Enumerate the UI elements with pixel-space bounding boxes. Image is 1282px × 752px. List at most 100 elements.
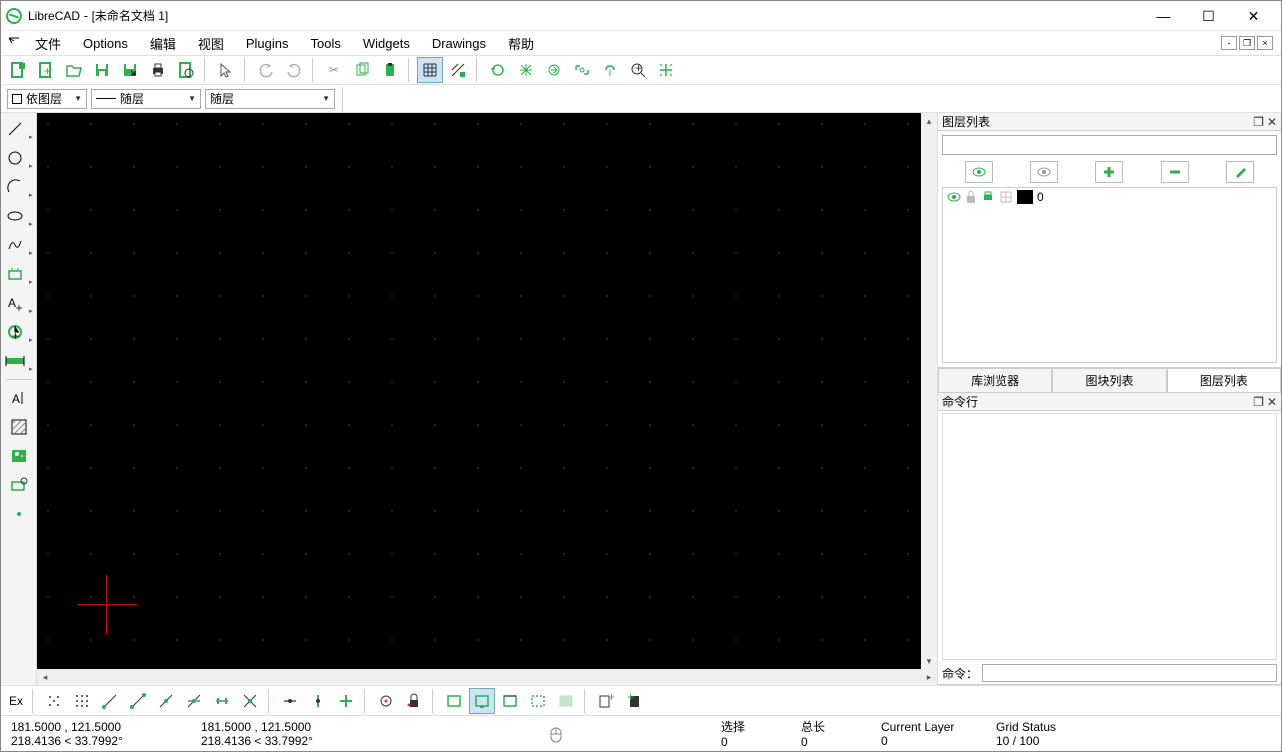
print-icon bbox=[981, 190, 995, 204]
lock-relative-zero-button[interactable] bbox=[401, 688, 427, 714]
cursor-button[interactable] bbox=[213, 57, 239, 83]
draft-mode-button[interactable] bbox=[445, 57, 471, 83]
zoom-auto-button[interactable] bbox=[513, 57, 539, 83]
save-button[interactable] bbox=[89, 57, 115, 83]
hatch-tool-button[interactable] bbox=[4, 413, 34, 441]
zoom-redraw-button[interactable] bbox=[485, 57, 511, 83]
text-tool-button[interactable]: A bbox=[4, 289, 34, 317]
undo-button[interactable] bbox=[253, 57, 279, 83]
snap-on-entity-button[interactable] bbox=[125, 688, 151, 714]
layer-edit-button[interactable] bbox=[1226, 161, 1254, 183]
select-window-button[interactable] bbox=[441, 688, 467, 714]
new-button[interactable] bbox=[5, 57, 31, 83]
origin-crosshair-h-icon bbox=[77, 604, 137, 605]
menu-file[interactable]: 文件 bbox=[25, 32, 71, 55]
exclusive-snap-button[interactable]: Ex bbox=[5, 688, 27, 714]
redo-button[interactable] bbox=[281, 57, 307, 83]
restrict-horizontal-button[interactable] bbox=[277, 688, 303, 714]
menu-tools[interactable]: Tools bbox=[301, 34, 351, 53]
mtext-tool-button[interactable]: A bbox=[4, 384, 34, 412]
menu-widgets[interactable]: Widgets bbox=[353, 34, 420, 53]
horizontal-scrollbar[interactable]: ◂▸ bbox=[37, 669, 937, 685]
layer-filter-input[interactable] bbox=[942, 135, 1277, 155]
command-input[interactable] bbox=[982, 664, 1277, 682]
linetype-combo[interactable]: 随层▼ bbox=[205, 89, 335, 109]
layer-add-button[interactable] bbox=[1095, 161, 1123, 183]
line-tool-button[interactable] bbox=[4, 115, 34, 143]
layer-list[interactable]: 0 bbox=[942, 187, 1277, 363]
window-close-button[interactable]: ✕ bbox=[1231, 2, 1276, 30]
abs-coord2-label: 181.5000 , 121.5000 bbox=[201, 720, 506, 734]
snap-center-button[interactable] bbox=[153, 688, 179, 714]
layer-showall-button[interactable] bbox=[965, 161, 993, 183]
vertical-scrollbar[interactable]: ▴▾ bbox=[921, 113, 937, 669]
layer-remove-button[interactable] bbox=[1161, 161, 1189, 183]
select-contour-button[interactable] bbox=[497, 688, 523, 714]
drawing-canvas[interactable] bbox=[37, 113, 921, 669]
svg-text:A: A bbox=[8, 296, 16, 310]
point-tool-button[interactable] bbox=[4, 500, 34, 528]
save-as-button[interactable] bbox=[117, 57, 143, 83]
add-view-button[interactable]: + bbox=[593, 688, 619, 714]
tab-library[interactable]: 库浏览器 bbox=[938, 368, 1052, 392]
mdi-minimize-button[interactable]: - bbox=[1221, 36, 1237, 50]
snap-middle-button[interactable] bbox=[181, 688, 207, 714]
layer-row[interactable]: 0 bbox=[943, 188, 1276, 206]
snap-free-button[interactable] bbox=[41, 688, 67, 714]
restrict-vertical-button[interactable] bbox=[305, 688, 331, 714]
spline-tool-button[interactable] bbox=[4, 231, 34, 259]
mdi-close-button[interactable]: × bbox=[1257, 36, 1273, 50]
grid-toggle-button[interactable] bbox=[417, 57, 443, 83]
system-menu-icon[interactable] bbox=[5, 34, 23, 52]
zoom-in-button[interactable]: + bbox=[625, 57, 651, 83]
new-from-template-button[interactable]: + bbox=[33, 57, 59, 83]
circle-tool-button[interactable] bbox=[4, 144, 34, 172]
color-combo[interactable]: 依图层▼ bbox=[7, 89, 87, 109]
menu-help[interactable]: 帮助 bbox=[498, 32, 544, 55]
ellipse-tool-button[interactable] bbox=[4, 202, 34, 230]
menu-edit[interactable]: 编辑 bbox=[140, 32, 186, 55]
zoom-previous-button[interactable] bbox=[541, 57, 567, 83]
restrict-orthogonal-button[interactable] bbox=[333, 688, 359, 714]
layer-panel-undock-button[interactable]: ❐ bbox=[1253, 115, 1264, 129]
zoom-pan-button[interactable] bbox=[597, 57, 623, 83]
menu-plugins[interactable]: Plugins bbox=[236, 34, 299, 53]
snap-grid-button[interactable] bbox=[69, 688, 95, 714]
window-maximize-button[interactable]: ☐ bbox=[1186, 2, 1231, 30]
mdi-restore-button[interactable]: ❐ bbox=[1239, 36, 1255, 50]
menu-view[interactable]: 视图 bbox=[188, 32, 234, 55]
block-tool-button[interactable] bbox=[4, 471, 34, 499]
add-block-button[interactable]: + bbox=[621, 688, 647, 714]
linewidth-combo[interactable]: 随层▼ bbox=[91, 89, 201, 109]
print-preview-button[interactable] bbox=[173, 57, 199, 83]
zoom-window-button[interactable] bbox=[569, 57, 595, 83]
arc-tool-button[interactable] bbox=[4, 173, 34, 201]
window-minimize-button[interactable]: — bbox=[1141, 2, 1186, 30]
select-inside-button[interactable] bbox=[553, 688, 579, 714]
open-button[interactable] bbox=[61, 57, 87, 83]
snap-endpoint-button[interactable] bbox=[97, 688, 123, 714]
menu-drawings[interactable]: Drawings bbox=[422, 34, 496, 53]
select-outside-button[interactable] bbox=[525, 688, 551, 714]
copy-button[interactable] bbox=[349, 57, 375, 83]
zoom-extents-button[interactable] bbox=[653, 57, 679, 83]
tab-blocklist[interactable]: 图块列表 bbox=[1052, 368, 1166, 392]
print-button[interactable] bbox=[145, 57, 171, 83]
modify-tool-button[interactable] bbox=[4, 347, 34, 375]
cmd-panel-close-button[interactable]: ✕ bbox=[1267, 395, 1277, 409]
menu-options[interactable]: Options bbox=[73, 34, 138, 53]
snap-distance-button[interactable] bbox=[209, 688, 235, 714]
tab-layerlist[interactable]: 图层列表 bbox=[1167, 368, 1281, 392]
layer-hideall-button[interactable] bbox=[1030, 161, 1058, 183]
dimension-tool-button[interactable]: + bbox=[4, 318, 34, 346]
snap-intersection-button[interactable] bbox=[237, 688, 263, 714]
relative-zero-button[interactable] bbox=[373, 688, 399, 714]
svg-text:+: + bbox=[12, 329, 19, 341]
cut-button[interactable]: ✂ bbox=[321, 57, 347, 83]
image-tool-button[interactable] bbox=[4, 442, 34, 470]
cmd-panel-undock-button[interactable]: ❐ bbox=[1253, 395, 1264, 409]
select-single-button[interactable] bbox=[469, 688, 495, 714]
layer-panel-close-button[interactable]: ✕ bbox=[1267, 115, 1277, 129]
paste-button[interactable] bbox=[377, 57, 403, 83]
polyline-tool-button[interactable] bbox=[4, 260, 34, 288]
